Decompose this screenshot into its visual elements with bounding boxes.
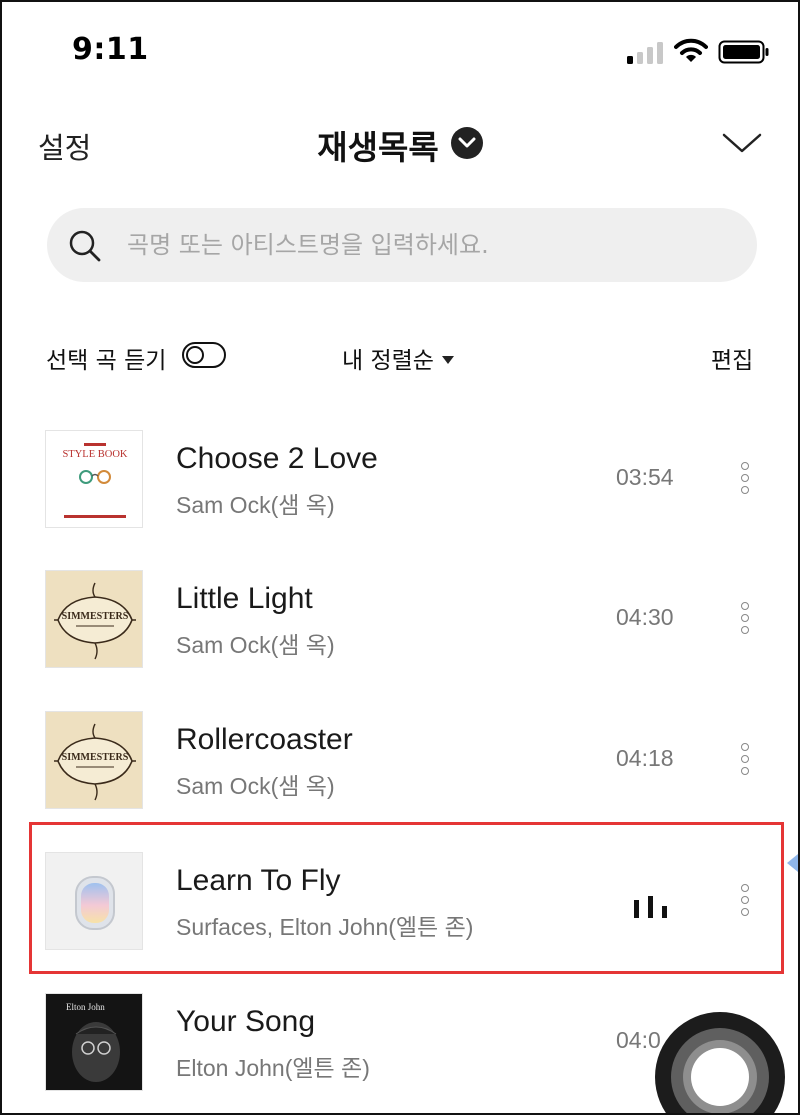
track-title: Learn To Fly bbox=[176, 864, 341, 897]
album-art: SIMMESTERS bbox=[45, 711, 143, 809]
album-art: SIMMESTERS bbox=[45, 570, 143, 668]
caret-down-icon bbox=[441, 355, 454, 364]
now-playing-equalizer-icon bbox=[634, 896, 668, 918]
track-duration: 03:54 bbox=[616, 464, 674, 490]
list-options-row: 선택 곡 듣기 내 정렬순 편집 bbox=[2, 337, 798, 377]
album-art bbox=[45, 852, 143, 950]
select-play-toggle[interactable] bbox=[182, 342, 226, 368]
track-duration: 04:0 bbox=[616, 1027, 661, 1053]
track-row[interactable]: SIMMESTERS Little Light Sam Ock(샘 옥) 04:… bbox=[2, 552, 798, 692]
album-art-text: Elton John bbox=[66, 1002, 105, 1012]
status-bar: 9:11 bbox=[2, 2, 798, 102]
select-play-label: 선택 곡 듣기 bbox=[46, 348, 167, 374]
track-row[interactable]: SIMMESTERS Rollercoaster Sam Ock(샘 옥) 04… bbox=[2, 693, 798, 833]
more-vertical-icon[interactable] bbox=[732, 460, 758, 496]
track-duration: 04:18 bbox=[616, 745, 674, 771]
title-wrap: 재생목록 bbox=[2, 121, 798, 169]
album-art-text: STYLE BOOK bbox=[62, 449, 127, 460]
assistive-touch-ring-inner bbox=[691, 1048, 749, 1106]
playlist-header: 설정 재생목록 bbox=[2, 107, 798, 177]
edit-button[interactable]: 편집 bbox=[711, 341, 753, 375]
search-bar[interactable] bbox=[47, 208, 757, 282]
chevron-down-icon[interactable] bbox=[722, 131, 762, 155]
track-artist: Elton John(엘튼 존) bbox=[176, 1055, 370, 1081]
track-title: Your Song bbox=[176, 1005, 316, 1038]
sort-label: 내 정렬순 bbox=[342, 348, 434, 374]
sort-dropdown[interactable]: 내 정렬순 bbox=[342, 341, 454, 375]
track-title: Choose 2 Love bbox=[176, 442, 378, 475]
more-vertical-icon[interactable] bbox=[732, 741, 758, 777]
track-artist: Sam Ock(샘 옥) bbox=[176, 632, 335, 658]
track-title: Little Light bbox=[176, 582, 313, 615]
toggle-knob bbox=[186, 346, 204, 364]
more-vertical-icon[interactable] bbox=[732, 882, 758, 918]
wifi-icon bbox=[674, 38, 708, 62]
battery-icon bbox=[718, 40, 769, 64]
search-icon bbox=[69, 230, 101, 262]
track-artist: Sam Ock(샘 옥) bbox=[176, 492, 335, 518]
track-artist: Surfaces, Elton John(엘튼 존) bbox=[176, 914, 474, 940]
chevron-down-circle-icon[interactable] bbox=[450, 127, 483, 159]
track-row-now-playing[interactable]: Learn To Fly Surfaces, Elton John(엘튼 존) bbox=[2, 834, 798, 974]
search-input[interactable] bbox=[127, 208, 737, 282]
album-art-text: SIMMESTERS bbox=[62, 611, 129, 622]
page-title[interactable]: 재생목록 bbox=[317, 121, 438, 169]
more-vertical-icon[interactable] bbox=[732, 600, 758, 636]
album-art-text: SIMMESTERS bbox=[62, 752, 129, 763]
status-time: 9:11 bbox=[72, 32, 149, 67]
cellular-signal-icon bbox=[627, 40, 665, 64]
track-title: Rollercoaster bbox=[176, 723, 353, 756]
track-duration: 04:30 bbox=[616, 604, 674, 630]
album-art: STYLE BOOK bbox=[45, 430, 143, 528]
app-frame: 9:11 설정 재생목록 곡명 또는 아티스트명을 입력하세요. 선택 곡 듣기… bbox=[0, 0, 800, 1115]
scroll-indicator[interactable] bbox=[787, 854, 798, 872]
track-artist: Sam Ock(샘 옥) bbox=[176, 773, 335, 799]
track-row[interactable]: STYLE BOOK Choose 2 Love Sam Ock(샘 옥) 03… bbox=[2, 412, 798, 552]
album-art: Elton John bbox=[45, 993, 143, 1091]
